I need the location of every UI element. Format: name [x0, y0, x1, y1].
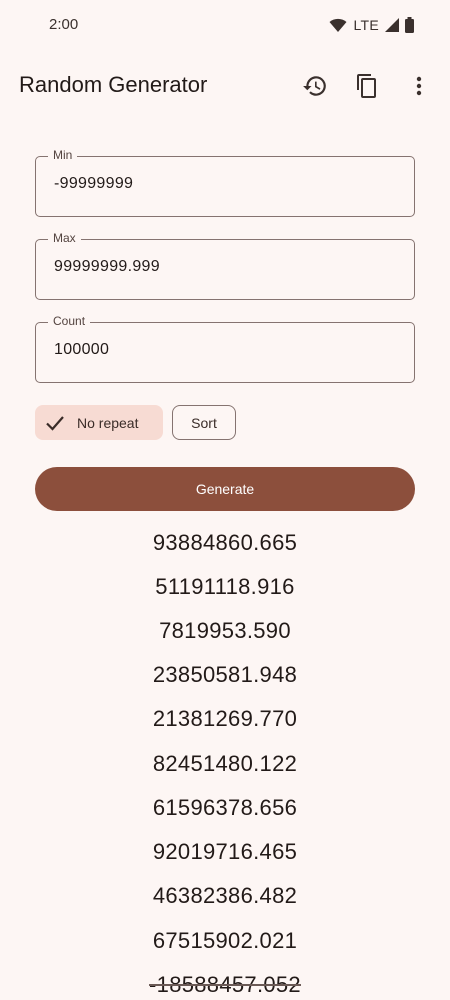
- min-label: Min: [48, 148, 78, 162]
- copy-button[interactable]: [351, 70, 383, 102]
- status-bar: 2:00 LTE: [0, 0, 450, 50]
- wifi-icon: [329, 18, 347, 32]
- no-repeat-chip[interactable]: No repeat: [35, 405, 163, 440]
- result-item: 7819953.590: [159, 618, 291, 643]
- result-item: -18588457.052: [149, 972, 301, 997]
- max-field[interactable]: Max 99999999.999: [35, 231, 415, 300]
- min-input[interactable]: -99999999: [54, 175, 133, 193]
- result-item: 61596378.656: [152, 795, 298, 820]
- no-repeat-label: No repeat: [77, 414, 139, 431]
- generate-button[interactable]: Generate: [35, 467, 415, 511]
- more-options-button[interactable]: [403, 70, 435, 102]
- sort-label: Sort: [191, 414, 217, 431]
- max-input[interactable]: 99999999.999: [54, 258, 160, 276]
- result-item: 93884860.665: [152, 530, 298, 555]
- count-input[interactable]: 100000: [54, 341, 109, 359]
- sort-chip[interactable]: Sort: [172, 405, 236, 440]
- generate-label: Generate: [195, 481, 255, 497]
- result-item: 82451480.122: [152, 751, 298, 776]
- status-icons: LTE: [329, 15, 414, 35]
- history-button[interactable]: [299, 70, 331, 102]
- result-item: 23850581.948: [152, 662, 298, 687]
- status-time: 2:00: [49, 16, 79, 33]
- signal-icon: [385, 18, 399, 32]
- result-item: 46382386.482: [152, 883, 298, 908]
- result-item: 51191118.916: [155, 574, 295, 599]
- count-field[interactable]: Count 100000: [35, 314, 415, 383]
- result-item: 92019716.465: [152, 839, 298, 864]
- history-icon: [303, 76, 326, 96]
- count-label: Count: [48, 314, 91, 328]
- max-label: Max: [48, 231, 81, 245]
- network-type: LTE: [353, 17, 379, 33]
- result-item: 21381269.770: [152, 706, 298, 731]
- result-item: 67515902.021: [152, 928, 298, 953]
- more-vert-icon: [416, 76, 422, 96]
- battery-icon: [405, 17, 414, 33]
- check-icon: [46, 415, 64, 431]
- copy-icon: [357, 74, 376, 98]
- app-bar: Random Generator: [0, 58, 450, 114]
- app-title: Random Generator: [19, 72, 208, 97]
- min-field[interactable]: Min -99999999: [35, 148, 415, 217]
